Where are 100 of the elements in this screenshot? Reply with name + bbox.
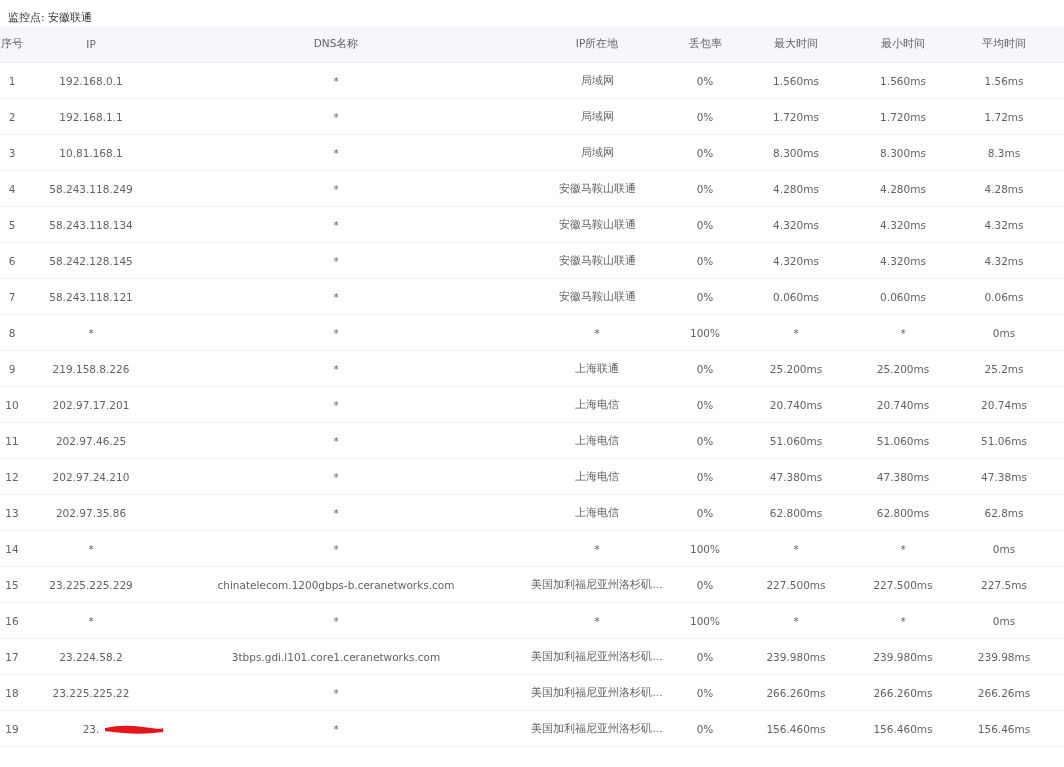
table-cell: 5 <box>8 218 16 231</box>
table-cell: 25.2ms <box>984 362 1024 375</box>
column-header: DNS名称 <box>313 37 359 51</box>
table-cell: 8.300ms <box>880 146 926 159</box>
table-cell: 11 <box>5 434 19 447</box>
table-cell: 16 <box>5 614 19 627</box>
table-cell: 10.81.168.1 <box>59 146 123 159</box>
table-cell: * <box>793 326 799 339</box>
table-cell: 1.560ms <box>773 74 819 87</box>
column-header: IP <box>86 38 96 50</box>
table-cell: * <box>333 326 339 339</box>
column-header: 序号 <box>1 37 23 51</box>
table-cell: 4.28ms <box>984 182 1024 195</box>
table-cell: * <box>333 506 339 519</box>
table-cell: 18 <box>5 686 19 699</box>
table-cell: * <box>333 470 339 483</box>
table-cell: 58.243.118.249 <box>49 182 133 195</box>
table-cell: 192.168.0.1 <box>59 74 123 87</box>
table-cell: * <box>88 326 94 339</box>
table-cell: * <box>333 182 339 195</box>
table-cell: 0% <box>696 722 714 735</box>
table-cell: 13 <box>5 506 19 519</box>
table-cell: 47.380ms <box>876 470 930 483</box>
table-cell: 1.720ms <box>880 110 926 123</box>
table-cell: * <box>333 722 339 735</box>
column-header: IP所在地 <box>575 37 619 51</box>
table-cell: 4.320ms <box>773 218 819 231</box>
table-cell: * <box>88 542 94 555</box>
table-cell: chinatelecom.1200gbps-b.ceranetworks.com <box>217 578 455 591</box>
table-cell: 0% <box>696 434 714 447</box>
monitor-label: 监控点: 安徽联通 <box>7 10 94 26</box>
table-cell: * <box>333 686 339 699</box>
table-cell: 0% <box>696 74 714 87</box>
table-cell: 0% <box>696 650 714 663</box>
table-cell: 7 <box>8 290 16 303</box>
table-cell: 20.740ms <box>876 398 930 411</box>
table-cell: 23.224.58.2 <box>59 650 123 663</box>
table-cell: 局域网 <box>580 145 614 160</box>
table-cell: * <box>594 614 600 627</box>
table-cell: 0.060ms <box>773 290 819 303</box>
table-cell: 0% <box>696 146 714 159</box>
table-cell: 202.97.46.25 <box>55 434 127 447</box>
table-cell: 100% <box>690 542 720 555</box>
table-cell: 156.460ms <box>873 722 933 735</box>
table-cell: 47.38ms <box>981 470 1027 483</box>
table-cell: 0.06ms <box>984 290 1024 303</box>
table-cell: 156.46ms <box>977 722 1031 735</box>
table-cell: * <box>594 542 600 555</box>
table-cell: 23.225.225.22 <box>52 686 130 699</box>
table-cell: 0% <box>696 218 714 231</box>
table-cell: 17 <box>5 650 19 663</box>
table-cell: * <box>333 74 339 87</box>
table-cell: 0ms <box>992 542 1016 555</box>
table-cell: 4.32ms <box>984 254 1024 267</box>
table-cell: 1.560ms <box>880 74 926 87</box>
table-cell: 0% <box>696 182 714 195</box>
table-cell: 15 <box>5 578 19 591</box>
table-cell: 12 <box>5 470 19 483</box>
table-cell: 156.460ms <box>766 722 826 735</box>
table-cell: 0% <box>696 470 714 483</box>
table-cell: * <box>333 614 339 627</box>
table-cell: 202.97.24.210 <box>52 470 130 483</box>
table-cell: 1.56ms <box>984 74 1024 87</box>
table-cell: 20.74ms <box>981 398 1027 411</box>
column-header: 最小时间 <box>881 37 925 51</box>
table-cell: 62.800ms <box>876 506 930 519</box>
table-cell: 0% <box>696 506 714 519</box>
table-cell: 19 <box>5 722 19 735</box>
table-cell: 8.300ms <box>773 146 819 159</box>
table-cell: 62.800ms <box>769 506 823 519</box>
table-cell: 266.260ms <box>873 686 933 699</box>
table-cell: 0.060ms <box>880 290 926 303</box>
table-cell: 美国加利福尼亚州洛杉矶... <box>531 721 663 736</box>
table-cell: 6 <box>8 254 16 267</box>
table-cell: 3tbps.gdi.l101.core1.ceranetworks.com <box>231 650 441 663</box>
table-cell: 上海电信 <box>575 469 619 484</box>
table-cell: * <box>793 614 799 627</box>
table-cell: * <box>333 254 339 267</box>
table-cell: * <box>900 614 906 627</box>
table-cell: 100% <box>690 614 720 627</box>
table-cell: 227.500ms <box>766 578 826 591</box>
table-cell: 266.26ms <box>977 686 1031 699</box>
table-cell: 美国加利福尼亚州洛杉矶... <box>531 685 663 700</box>
table-cell: 0% <box>696 686 714 699</box>
table-cell: 0% <box>696 398 714 411</box>
table-cell: 1 <box>8 74 16 87</box>
table-cell: * <box>333 362 339 375</box>
table-cell: 上海电信 <box>575 505 619 520</box>
table-cell: 192.168.1.1 <box>59 110 123 123</box>
table-cell: 4.280ms <box>880 182 926 195</box>
table-cell: 上海电信 <box>575 433 619 448</box>
table-cell: 0% <box>696 290 714 303</box>
table-cell: 23. <box>82 722 100 735</box>
table-cell: 266.260ms <box>766 686 826 699</box>
table-cell: 安徽马鞍山联通 <box>558 181 636 196</box>
table-cell: 51.06ms <box>981 434 1027 447</box>
table-cell: 0% <box>696 578 714 591</box>
table-cell: 239.980ms <box>766 650 826 663</box>
table-cell: 227.500ms <box>873 578 933 591</box>
table-cell: 25.200ms <box>876 362 930 375</box>
